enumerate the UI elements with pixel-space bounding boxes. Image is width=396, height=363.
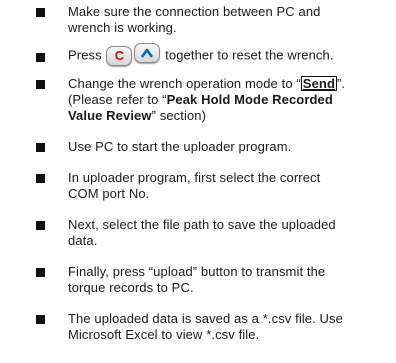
bullet-icon: [36, 268, 45, 277]
text-line: The uploaded data is saved as a *.csv fi…: [68, 311, 343, 326]
text-line: Microsoft Excel to view *.csv file.: [68, 327, 260, 342]
press-label: Press: [68, 47, 102, 63]
mode-instruction: Change the wrench operation mode to “: [68, 76, 301, 91]
text-line: torque records to PC.: [68, 280, 194, 295]
text-line: wrench is working.: [68, 20, 177, 35]
text-line: In uploader program, first select the co…: [68, 170, 321, 185]
list-item-text: Next, select the file path to save the u…: [68, 217, 386, 249]
bullet-icon: [36, 80, 45, 89]
text-line: Finally, press “upload” button to transm…: [68, 264, 326, 279]
reference-prefix: (Please refer to “: [68, 92, 167, 107]
text-line: COM port No.: [68, 186, 150, 201]
list-item-text: Use PC to start the uploader program.: [68, 139, 386, 155]
text-line: Next, select the file path to save the u…: [68, 217, 336, 232]
list-item-text: Finally, press “upload” button to transm…: [68, 264, 386, 296]
up-arrow-key-icon: [134, 43, 161, 63]
text-line: Make sure the connection between PC and: [68, 4, 321, 19]
reference-section-title-cont: Value Review: [68, 108, 152, 123]
c-key-icon: C: [106, 46, 133, 66]
list-item-text: Press C together to reset the wrench.: [68, 43, 386, 66]
bullet-icon: [36, 221, 45, 230]
bullet-icon: [36, 174, 45, 183]
bullet-icon: [36, 143, 45, 152]
bullet-icon: [36, 53, 45, 62]
send-mode-label: Send: [300, 76, 337, 91]
reference-suffix: ” section): [151, 108, 207, 123]
list-item-text: Change the wrench operation mode to “Sen…: [68, 76, 386, 124]
text-line: Use PC to start the uploader program.: [68, 139, 292, 154]
reference-section-title: Peak Hold Mode Recorded: [166, 92, 333, 107]
mode-instruction-end: ”.: [336, 76, 346, 91]
list-item-text: In uploader program, first select the co…: [68, 170, 386, 202]
bullet-icon: [36, 315, 45, 324]
text-line: data.: [68, 233, 98, 248]
list-item-text: The uploaded data is saved as a *.csv fi…: [68, 311, 386, 343]
list-item-text: Make sure the connection between PC and …: [68, 4, 386, 36]
bullet-icon: [36, 8, 45, 17]
reset-instruction: together to reset the wrench.: [161, 47, 334, 63]
